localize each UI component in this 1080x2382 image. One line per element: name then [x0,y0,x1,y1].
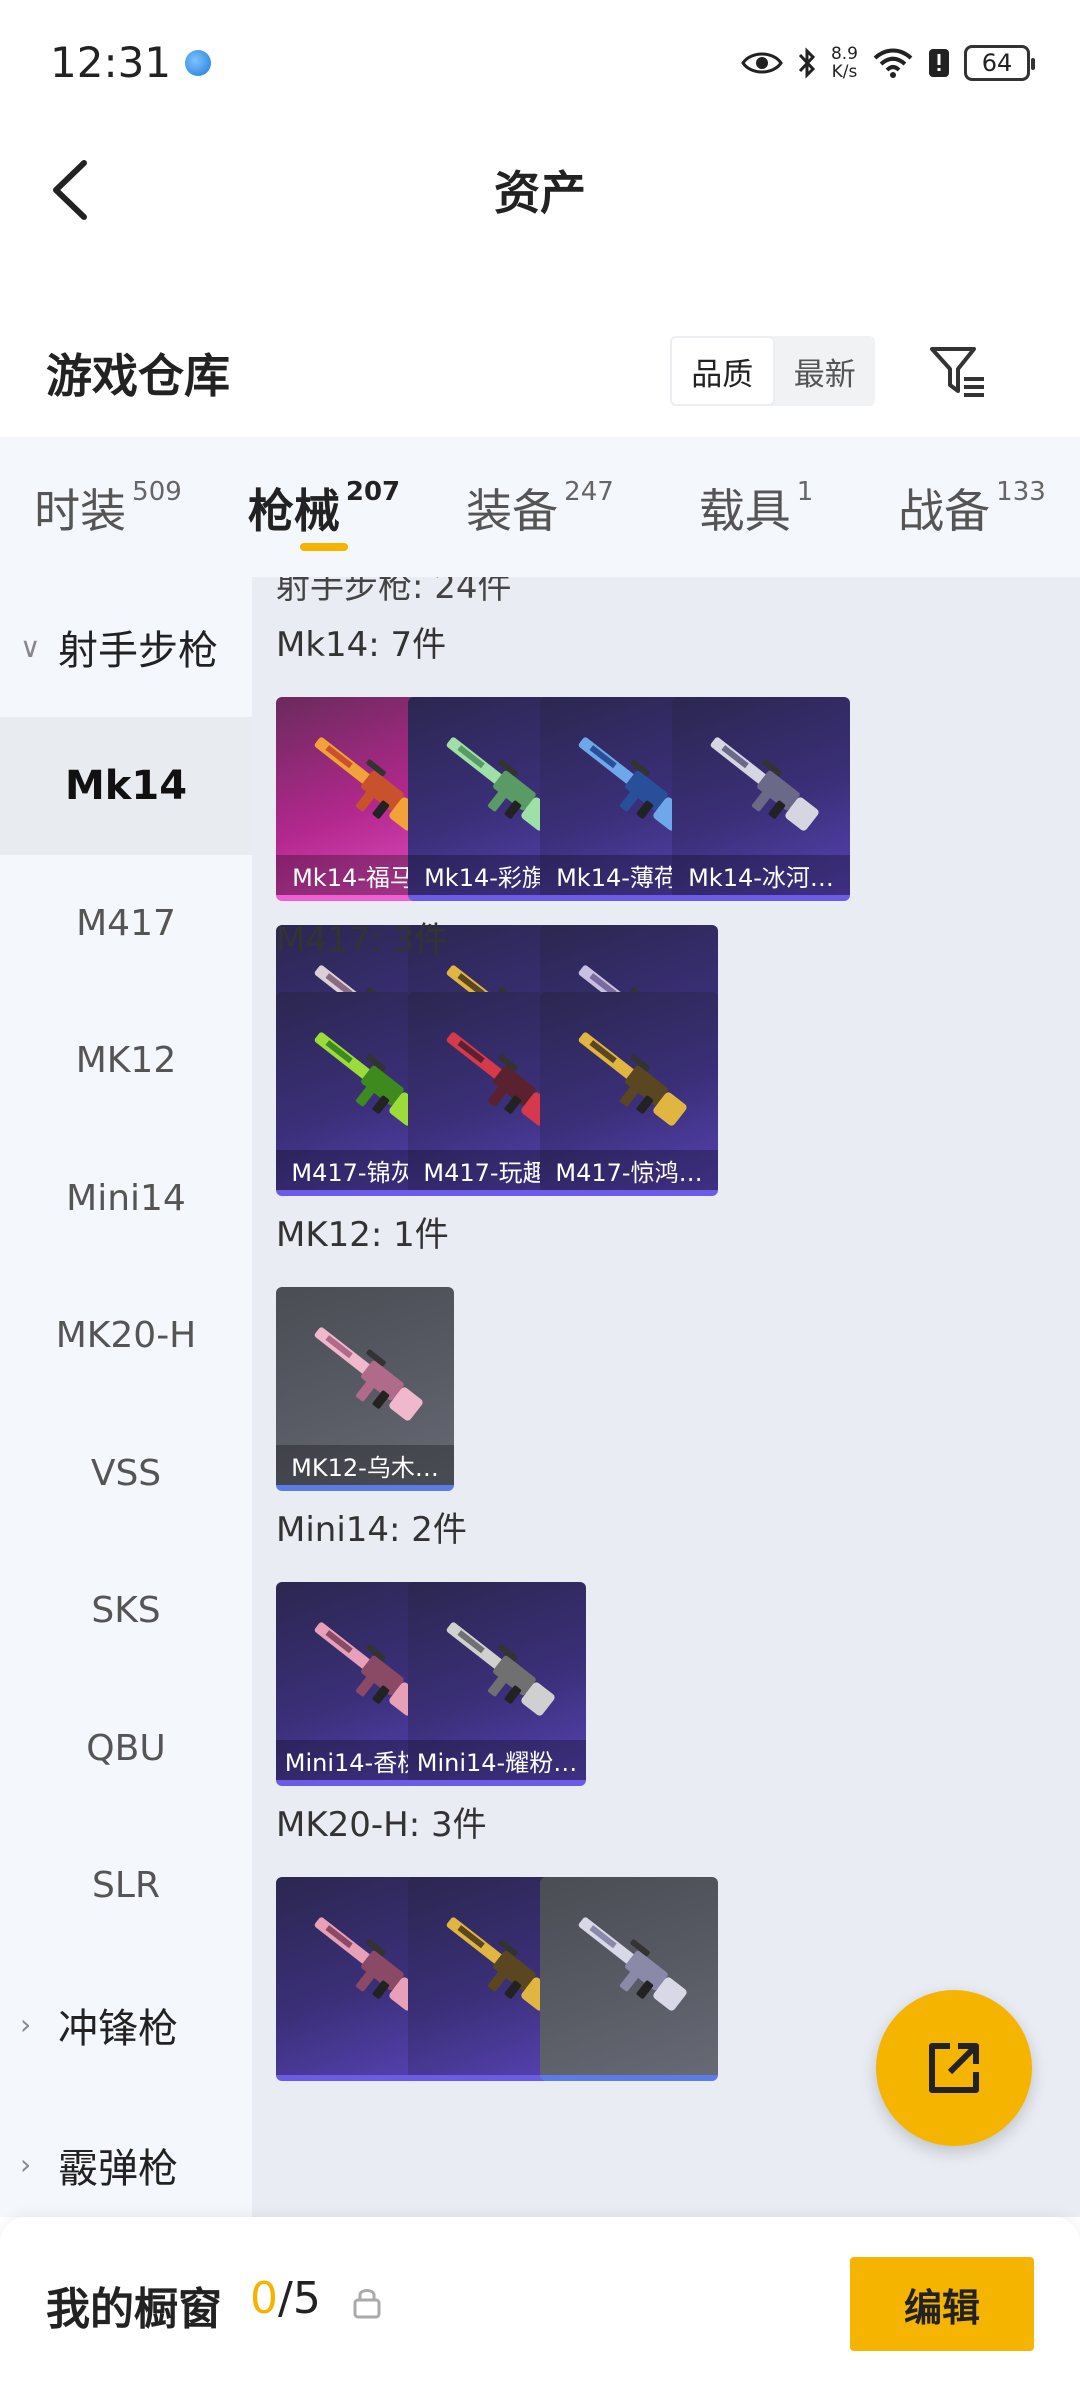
status-time: 12:31 [50,38,172,87]
chevron-right-icon: › [20,2148,32,2181]
weapon-card[interactable]: Mini14-耀粉… [408,1582,586,1786]
rifle-icon [446,1622,555,1716]
globe-icon [185,49,212,76]
weapon-group-header: MK12: 1件 [276,1215,449,1255]
edit-button[interactable]: 编辑 [850,2257,1034,2351]
tab-battle-gear[interactable]: 战备 133 [864,437,1080,577]
bluetooth-icon [798,46,816,79]
sidebar-item-m417[interactable]: M417 [0,855,252,993]
status-time-group: 12:31 [50,38,212,87]
sidebar-item-vss[interactable]: VSS [0,1405,252,1543]
weapon-card[interactable]: MK12-乌木… [276,1287,454,1491]
showcase-label: 我的橱窗 [46,2284,222,2335]
active-tab-indicator [300,543,348,551]
tab-count: 509 [132,477,182,507]
page-title: 资产 [494,166,586,220]
weapon-group-header: M417: 3件 [276,920,449,960]
showcase-count-total: /5 [278,2273,321,2324]
weapon-card[interactable] [540,1877,718,2081]
tab-vehicles[interactable]: 载具 1 [648,437,864,577]
battery-level: 64 [981,48,1013,77]
tab-firearms[interactable]: 枪械 207 [216,437,432,577]
sidebar-group-smgs[interactable]: › 冲锋枪 [0,1955,252,2095]
status-bar: 12:31 8.9 K/s 64 [0,0,1080,125]
alert-icon [929,48,949,77]
tab-label: 枪械 [247,484,340,538]
tab-equipment[interactable]: 装备 247 [432,437,648,577]
rifle-icon [710,737,819,831]
tab-label: 载具 [698,484,791,538]
tab-count: 207 [345,477,401,507]
tab-label: 时装 [34,484,127,538]
tab-label: 战备 [898,484,991,538]
sidebar-item-mini14[interactable]: Mini14 [0,1130,252,1268]
sort-toggle: 品质 最新 [670,336,875,406]
showcase-count-current: 0 [250,2273,278,2324]
tab-count: 1 [796,477,814,507]
status-icons: 8.9 K/s 64 [741,44,1035,81]
weapon-card-name: Mini14-耀粉… [408,1740,586,1780]
sidebar-group-marksman-rifles[interactable]: ∨ 射手步枪 [0,577,252,717]
filter-button[interactable] [925,338,991,404]
sidebar-group-label: 霰弹枪 [58,2145,178,2192]
sidebar-item-slr[interactable]: SLR [0,1817,252,1955]
battery-indicator: 64 [964,44,1035,81]
weapon-group-header: Mini14: 2件 [276,1510,467,1550]
weapon-card-name: M417-惊鸿… [540,1150,718,1190]
weapon-card-name: Mk14-冰河… [672,855,850,895]
tab-label: 装备 [466,484,559,538]
wifi-icon [873,48,913,78]
sidebar-item-sks[interactable]: SKS [0,1542,252,1680]
tab-count: 247 [564,477,614,507]
sidebar-item-qbu[interactable]: QBU [0,1680,252,1818]
weapon-group-header: MK20-H: 3件 [276,1805,487,1845]
rifle-icon [578,1917,687,2011]
warehouse-title: 游戏仓库 [46,349,230,403]
rifle-icon [578,1032,687,1126]
weapon-card[interactable]: Mk14-冰河… [672,697,850,901]
showcase-bar: 我的橱窗 0/5 编辑 [0,2217,1080,2382]
sidebar-item-mk20-h[interactable]: MK20-H [0,1267,252,1405]
sidebar-group-label: 射手步枪 [58,628,218,674]
showcase-count: 0/5 [250,2273,321,2324]
weapon-grid: 射手步枪: 24件 Mk14: 7件5级Mk14-福马…Mk14-彩旗…Mk14… [252,577,1080,2217]
network-speed-value: 8.9 [830,43,858,64]
app-header: 资产 [0,125,1080,255]
category-header: 射手步枪: 24件 [276,577,512,607]
chevron-right-icon: › [20,2008,32,2041]
network-speed-unit: K/s [831,61,858,82]
eye-icon [741,52,783,73]
weapon-sidebar: ∨ 射手步枪 Mk14 M417 MK12 Mini14 MK20-H VSS … [0,577,252,2217]
sidebar-item-mk14[interactable]: Mk14 [0,717,252,855]
warehouse-header: 游戏仓库 品质 最新 [0,320,1080,420]
weapon-card-name: MK12-乌木… [276,1445,454,1485]
category-tabs: 时装 509 枪械 207 装备 247 载具 1 战备 133 [0,437,1080,577]
weapon-card[interactable]: M417-惊鸿… [540,992,718,1196]
network-speed: 8.9 K/s [831,45,858,81]
sidebar-group-shotguns[interactable]: › 霰弹枪 [0,2095,252,2235]
tab-fashion[interactable]: 时装 509 [0,437,216,577]
chevron-down-icon: ∨ [20,630,41,664]
share-icon [929,2043,979,2093]
share-button[interactable] [876,1990,1032,2146]
sort-by-newest[interactable]: 最新 [775,336,876,406]
weapon-group-header: Mk14: 7件 [276,625,447,665]
sidebar-group-label: 冲锋枪 [58,2005,178,2052]
tab-count: 133 [996,477,1046,507]
lock-icon [353,2289,381,2319]
sort-by-quality[interactable]: 品质 [670,336,775,406]
sidebar-item-mk12[interactable]: MK12 [0,992,252,1130]
rifle-icon [314,1327,423,1421]
filter-icon [930,347,984,397]
